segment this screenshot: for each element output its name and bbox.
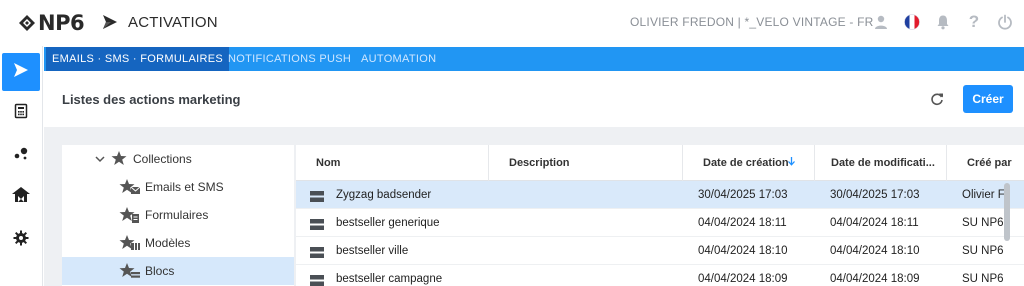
tree-item-forms[interactable]: Formulaires xyxy=(62,201,294,229)
sidebar-item-settings[interactable] xyxy=(2,221,40,259)
cell-name: bestseller ville xyxy=(336,245,409,257)
column-header-description[interactable]: Description xyxy=(488,145,682,181)
scatter-dots-icon xyxy=(13,145,29,166)
top-bar: NP6 ACTIVATION OLIVIER FREDON | *_VELO V… xyxy=(0,0,1024,46)
user-account-info[interactable]: OLIVIER FREDON | *_VELO VINTAGE - FR xyxy=(630,15,873,29)
tree-item-label: Collections xyxy=(133,152,192,166)
tab-emails-sms-forms[interactable]: EMAILS · SMS · FORMULAIRES xyxy=(46,47,229,71)
cell-created: 30/04/2025 17:03 xyxy=(698,189,788,201)
star-template-icon xyxy=(119,234,141,257)
cell-author: SU NP6 xyxy=(962,217,1004,229)
column-header-name[interactable]: Nom xyxy=(296,145,488,181)
cell-created: 04/04/2024 18:11 xyxy=(698,217,787,229)
table-row[interactable]: bestseller campagne 04/04/2024 18:09 04/… xyxy=(296,265,1024,286)
tab-automation[interactable]: AUTOMATION xyxy=(355,47,442,71)
tree-item-label: Formulaires xyxy=(145,208,209,222)
module-tab-bar: EMAILS · SMS · FORMULAIRES NOTIFICATIONS… xyxy=(44,47,1024,71)
collections-tree: Collections Emails et SMS Formulaires Mo… xyxy=(62,145,294,286)
column-header-created[interactable]: Date de création xyxy=(682,145,814,181)
star-blocks-icon xyxy=(119,262,141,285)
np6-logo-mark-icon xyxy=(18,14,36,32)
table-row[interactable]: bestseller generique 04/04/2024 18:11 04… xyxy=(296,209,1024,237)
tree-item-templates[interactable]: Modèles xyxy=(62,229,294,257)
chevron-down-icon[interactable] xyxy=(94,153,106,165)
star-icon xyxy=(111,150,127,171)
sidebar-item-calculator[interactable] xyxy=(2,94,40,132)
sort-down-arrow-icon[interactable] xyxy=(787,145,796,181)
cell-name: bestseller campagne xyxy=(336,273,443,285)
app-title: ACTIVATION xyxy=(128,14,218,31)
cell-modified: 30/04/2025 17:03 xyxy=(830,189,920,201)
tree-item-label: Modèles xyxy=(145,236,191,250)
gear-icon xyxy=(13,230,29,251)
power-icon[interactable] xyxy=(995,12,1015,32)
column-header-modified[interactable]: Date de modificati... xyxy=(814,145,946,181)
cell-description xyxy=(488,181,682,209)
cell-description xyxy=(488,209,682,237)
refresh-icon[interactable] xyxy=(928,90,946,108)
star-form-icon xyxy=(119,206,141,229)
cell-name: bestseller generique xyxy=(336,217,440,229)
tree-item-label: Emails et SMS xyxy=(145,180,224,194)
cell-modified: 04/04/2024 18:11 xyxy=(830,217,919,229)
tree-item-label: Blocs xyxy=(145,264,175,278)
sidebar-item-activation[interactable] xyxy=(2,53,40,91)
table-scrollbar[interactable] xyxy=(1004,181,1010,286)
user-icon[interactable] xyxy=(871,12,891,32)
help-icon[interactable]: ? xyxy=(964,12,984,32)
create-button[interactable]: Créer xyxy=(963,85,1013,113)
np6-logo[interactable]: NP6 xyxy=(18,10,85,36)
marketing-actions-table: Nom Description Date de création Date de… xyxy=(296,145,1024,286)
table-row[interactable]: bestseller ville 04/04/2024 18:10 04/04/… xyxy=(296,237,1024,265)
column-header-label: Date de création xyxy=(703,157,789,169)
bell-icon[interactable] xyxy=(933,12,953,32)
cell-author: SU NP6 xyxy=(962,245,1004,257)
paper-plane-icon xyxy=(102,14,118,35)
scrollbar-thumb[interactable] xyxy=(1004,183,1010,241)
tree-item-blocks[interactable]: Blocs xyxy=(62,257,294,285)
left-sidebar xyxy=(0,46,43,286)
column-header-author[interactable]: Créé par xyxy=(946,145,1024,181)
tab-push-notifications[interactable]: NOTIFICATIONS PUSH xyxy=(222,47,357,71)
table-row[interactable]: Zygzag badsender 30/04/2025 17:03 30/04/… xyxy=(296,181,1024,209)
content-area: Collections Emails et SMS Formulaires Mo… xyxy=(44,127,1024,286)
tree-item-collections[interactable]: Collections xyxy=(62,145,294,173)
cell-modified: 04/04/2024 18:09 xyxy=(830,273,920,285)
star-email-icon xyxy=(119,178,141,201)
table-header: Nom Description Date de création Date de… xyxy=(296,145,1024,181)
french-flag-icon[interactable] xyxy=(902,12,922,32)
cell-created: 04/04/2024 18:10 xyxy=(698,245,788,257)
tree-item-emails-sms[interactable]: Emails et SMS xyxy=(62,173,294,201)
calculator-icon xyxy=(13,103,29,124)
cell-description xyxy=(488,237,682,265)
page-title: Listes des actions marketing xyxy=(62,92,241,107)
logo-text: NP6 xyxy=(38,11,85,35)
sidebar-item-segments[interactable] xyxy=(2,136,40,174)
cell-name: Zygzag badsender xyxy=(336,189,432,201)
cell-created: 04/04/2024 18:09 xyxy=(698,273,788,285)
cell-modified: 04/04/2024 18:10 xyxy=(830,245,920,257)
house-arrows-icon xyxy=(11,186,31,209)
page-header: Listes des actions marketing Créer xyxy=(44,71,1024,127)
cell-author: Olivier Fr xyxy=(962,189,1004,201)
cell-description xyxy=(488,265,682,286)
paper-plane-icon xyxy=(12,61,30,84)
sidebar-item-data-house[interactable] xyxy=(2,178,40,216)
cell-author: SU NP6 xyxy=(962,273,1004,285)
